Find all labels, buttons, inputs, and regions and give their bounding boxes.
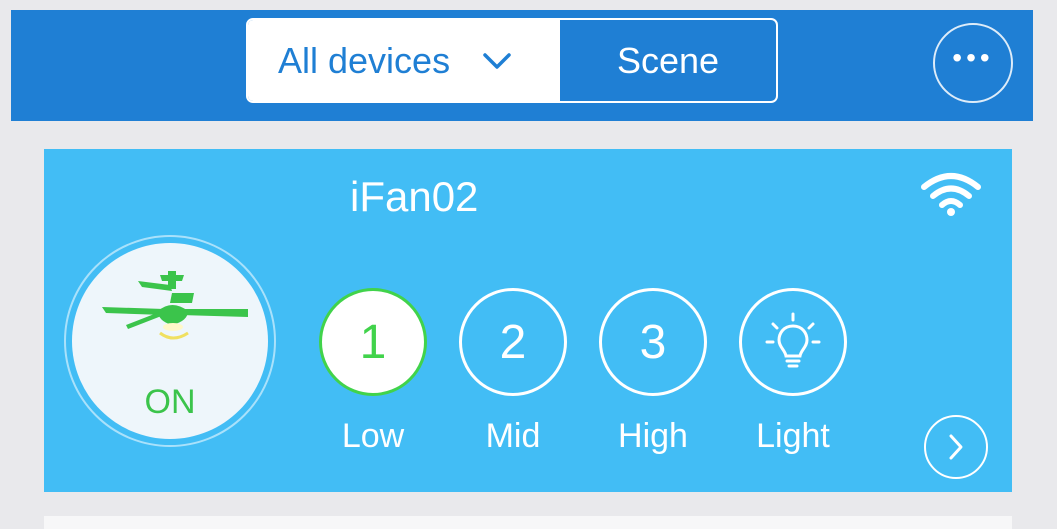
light-button[interactable] xyxy=(739,288,847,396)
device-card[interactable]: iFan02 ON 1 Low 2 Mid 3 High Light xyxy=(44,149,1012,492)
speed-1-label: Low xyxy=(341,417,405,455)
device-filter-dropdown[interactable]: All devices xyxy=(248,20,560,101)
scene-tab-label: Scene xyxy=(616,39,720,81)
speed-3-label: High xyxy=(618,417,688,455)
chevron-down-icon xyxy=(483,52,511,69)
speed-2-label: Mid xyxy=(485,417,541,455)
app-frame: All devices Scene ••• iFan02 ON 1 Low 2 … xyxy=(11,0,1033,529)
power-state-label: ON xyxy=(144,383,196,421)
top-bar: All devices Scene ••• xyxy=(11,10,1033,121)
speed-3-value: 3 xyxy=(639,315,667,369)
device-filter-label: All devices xyxy=(278,39,451,81)
next-card-edge xyxy=(44,516,1012,529)
light-label: Light xyxy=(756,417,830,455)
view-switcher: All devices Scene xyxy=(246,18,778,103)
speed-1-button[interactable]: 1 xyxy=(319,288,427,396)
speed-2-value: 2 xyxy=(499,315,527,369)
speed-1-value: 1 xyxy=(359,315,387,369)
device-details-button[interactable] xyxy=(924,415,988,479)
power-toggle-button[interactable]: ON xyxy=(72,243,268,439)
ceiling-fan-icon xyxy=(102,271,248,340)
power-toggle-ring: ON xyxy=(64,235,276,447)
more-options-icon: ••• xyxy=(952,42,994,73)
chevron-right-icon xyxy=(949,434,963,460)
more-options-button[interactable]: ••• xyxy=(933,23,1013,103)
light-bulb-icon xyxy=(765,312,821,368)
speed-3-button[interactable]: 3 xyxy=(599,288,707,396)
speed-2-button[interactable]: 2 xyxy=(459,288,567,396)
wifi-icon xyxy=(921,173,981,216)
scene-tab[interactable]: Scene xyxy=(560,20,776,101)
device-name: iFan02 xyxy=(350,173,479,220)
